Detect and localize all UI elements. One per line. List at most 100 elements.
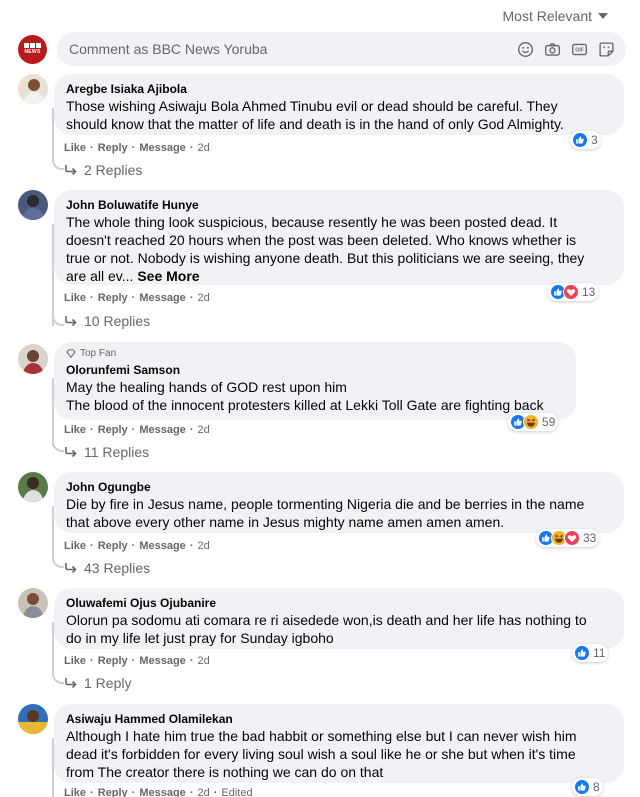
like-button[interactable]: Like xyxy=(64,424,86,436)
separator: · xyxy=(189,655,194,667)
comment-item: Asiwaju Hammed Olamilekan Although I hat… xyxy=(18,704,626,797)
separator: · xyxy=(189,540,194,552)
comment-time[interactable]: 2d xyxy=(197,292,209,304)
reply-button[interactable]: Reply xyxy=(98,787,128,797)
reaction-summary[interactable]: 3 xyxy=(570,131,601,149)
reaction-count: 13 xyxy=(582,285,596,299)
reply-button[interactable]: Reply xyxy=(98,655,128,667)
view-replies-link[interactable]: 2 Replies xyxy=(64,162,142,178)
comment-actions: Like · Reply · Message · 2d xyxy=(64,655,210,667)
replies-count: 1 Reply xyxy=(84,675,132,691)
comment-author[interactable]: Asiwaju Hammed Olamilekan xyxy=(66,712,612,727)
comment-time[interactable]: 2d xyxy=(197,142,209,154)
thread-line xyxy=(52,440,64,452)
separator: · xyxy=(90,292,94,304)
comment-text: The whole thing look suspicious, because… xyxy=(66,214,558,230)
comment-item: John Ogungbe Die by fire in Jesus name, … xyxy=(18,472,626,584)
like-button[interactable]: Like xyxy=(64,142,86,154)
comment-author[interactable]: John Ogungbe xyxy=(66,480,612,495)
comment-text: do in my life let just pray for Sunday i… xyxy=(66,630,334,646)
avatar[interactable] xyxy=(18,472,48,502)
separator: · xyxy=(90,655,94,667)
gif-icon[interactable]: GIF xyxy=(569,39,589,59)
reaction-count: 33 xyxy=(583,531,597,545)
reply-arrow-icon xyxy=(65,165,77,176)
reply-button[interactable]: Reply xyxy=(98,142,128,154)
avatar[interactable] xyxy=(18,588,48,618)
sort-dropdown[interactable]: Most Relevant xyxy=(503,6,608,26)
comment-time[interactable]: 2d xyxy=(197,424,209,436)
comment-text: true or not. Nobody is wishing anyone de… xyxy=(66,250,585,266)
replies-count: 43 Replies xyxy=(84,560,151,576)
like-button[interactable]: Like xyxy=(64,540,86,552)
reply-button[interactable]: Reply xyxy=(98,292,128,304)
separator: · xyxy=(90,787,94,797)
message-button[interactable]: Message xyxy=(139,787,185,797)
reply-button[interactable]: Reply xyxy=(98,540,128,552)
emoji-icon[interactable] xyxy=(515,39,535,59)
like-icon xyxy=(572,132,588,148)
reply-arrow-icon xyxy=(65,678,77,689)
comment-text-end: are all ev... xyxy=(66,268,138,284)
separator: · xyxy=(189,292,194,304)
message-button[interactable]: Message xyxy=(139,142,185,154)
reaction-summary[interactable]: 59 xyxy=(508,413,559,431)
view-replies-link[interactable]: 1 Reply xyxy=(64,675,131,691)
comment-time[interactable]: 2d xyxy=(197,787,209,797)
sticker-icon[interactable] xyxy=(596,39,616,59)
comment-item: Top Fan Olorunfemi Samson May the healin… xyxy=(18,342,626,460)
reaction-summary[interactable]: 13 xyxy=(548,283,599,301)
comment-time[interactable]: 2d xyxy=(197,655,209,667)
like-button[interactable]: Like xyxy=(64,292,86,304)
reaction-summary[interactable]: 8 xyxy=(572,778,603,796)
avatar[interactable] xyxy=(18,344,48,374)
comment-text: The blood of the innocent protesters kil… xyxy=(66,397,544,413)
message-button[interactable]: Message xyxy=(139,424,185,436)
chevron-down-icon xyxy=(598,13,608,19)
like-icon xyxy=(574,645,590,661)
comment-bubble: John Boluwatife Hunye The whole thing lo… xyxy=(54,190,624,285)
top-fan-badge: Top Fan xyxy=(66,348,564,359)
camera-icon[interactable] xyxy=(542,39,562,59)
comment-text: Although I hate him true the bad habbit … xyxy=(66,728,577,744)
avatar[interactable] xyxy=(18,190,48,220)
thread-line xyxy=(52,556,64,568)
comment-time[interactable]: 2d xyxy=(197,540,209,552)
comment-actions: Like · Reply · Message · 2d xyxy=(64,292,210,304)
comment-bubble: Top Fan Olorunfemi Samson May the healin… xyxy=(54,342,576,420)
separator: · xyxy=(131,787,136,797)
comment-text: Olorun pa sodomu ati comara re ri aisede… xyxy=(66,612,587,628)
comment-text: Die by fire in Jesus name, people tormen… xyxy=(66,496,585,512)
comment-input[interactable]: Comment as BBC News Yoruba GIF xyxy=(57,32,626,66)
reaction-count: 3 xyxy=(591,133,598,147)
comment-text: from The creator there is nothing we can… xyxy=(66,764,384,780)
comment-author[interactable]: Oluwafemi Ojus Ojubanire xyxy=(66,596,612,611)
comment-author[interactable]: John Boluwatife Hunye xyxy=(66,198,612,213)
diamond-icon xyxy=(66,349,76,358)
reaction-summary[interactable]: 33 xyxy=(536,529,600,547)
comment-bubble: Asiwaju Hammed Olamilekan Although I hat… xyxy=(54,704,624,783)
comment-placeholder: Comment as BBC News Yoruba xyxy=(69,41,268,57)
sort-label: Most Relevant xyxy=(502,8,592,24)
comment-author[interactable]: Aregbe Isiaka Ajibola xyxy=(66,82,612,97)
like-button[interactable]: Like xyxy=(64,787,86,797)
comment-text: should know that the matter of life and … xyxy=(66,116,564,132)
reaction-summary[interactable]: 11 xyxy=(572,644,609,662)
see-more-link[interactable]: See More xyxy=(137,268,199,284)
message-button[interactable]: Message xyxy=(139,655,185,667)
comment-item: Aregbe Isiaka Ajibola Those wishing Asiw… xyxy=(18,74,626,184)
avatar[interactable] xyxy=(18,74,48,104)
avatar[interactable] xyxy=(18,704,48,734)
message-button[interactable]: Message xyxy=(139,540,185,552)
comment-author[interactable]: Olorunfemi Samson xyxy=(66,363,564,378)
view-replies-link[interactable]: 10 Replies xyxy=(64,313,150,329)
message-button[interactable]: Message xyxy=(139,292,185,304)
view-replies-link[interactable]: 11 Replies xyxy=(64,444,149,460)
reply-button[interactable]: Reply xyxy=(98,424,128,436)
reaction-count: 8 xyxy=(593,780,600,794)
like-button[interactable]: Like xyxy=(64,655,86,667)
view-replies-link[interactable]: 43 Replies xyxy=(64,560,150,576)
separator: · xyxy=(131,424,136,436)
comment-actions: Like · Reply · Message · 2d · Edited xyxy=(64,787,253,797)
separator: · xyxy=(131,540,136,552)
